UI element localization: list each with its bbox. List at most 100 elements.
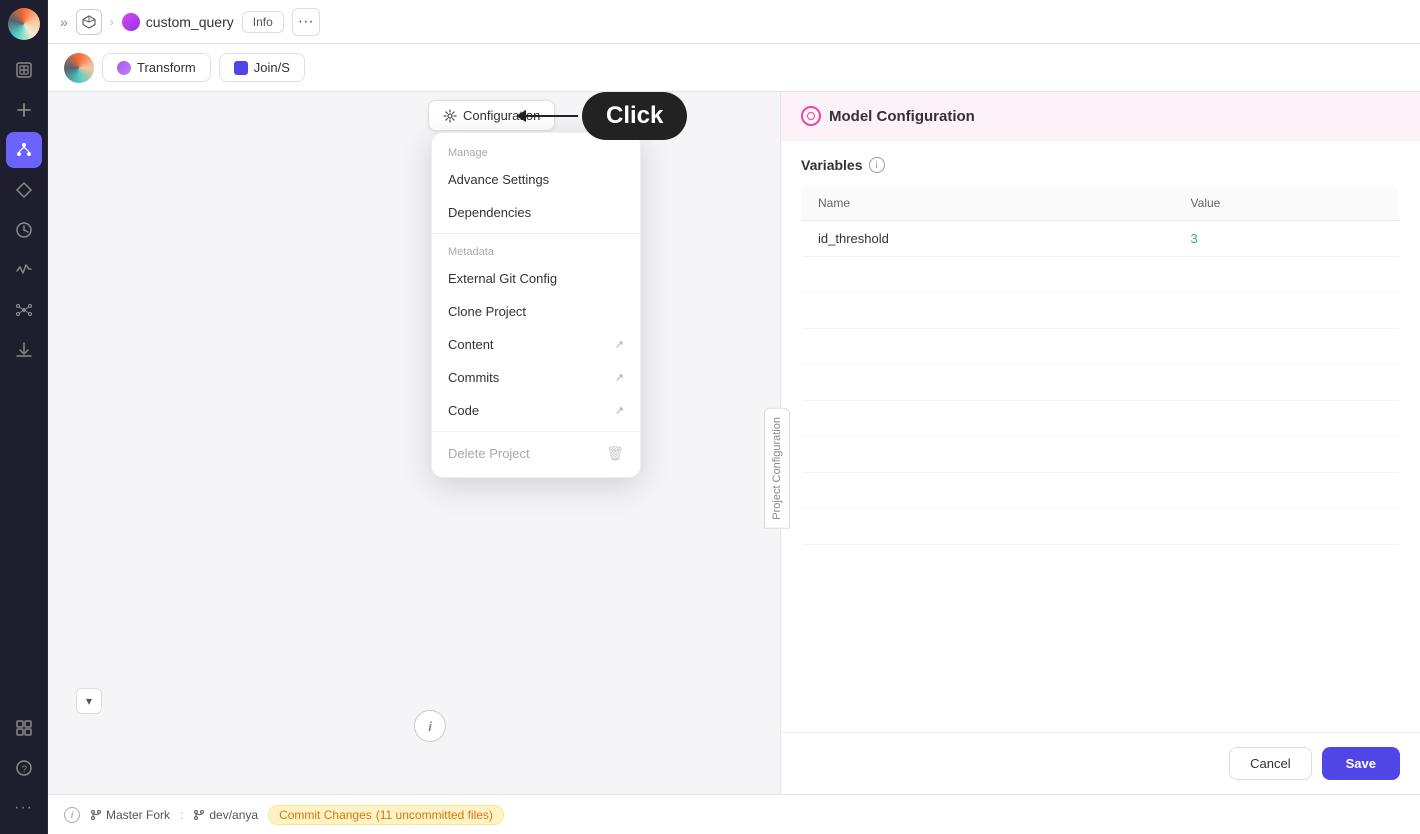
empty-row-6	[802, 437, 1400, 473]
git-branch-icon	[90, 809, 102, 821]
sidebar: ? ···	[0, 0, 48, 834]
commits-arrow-icon: ↗	[615, 371, 624, 384]
commit-changes-badge[interactable]: Commit Changes (11 uncommitted files)	[268, 805, 504, 825]
clone-project-item[interactable]: Clone Project	[432, 295, 640, 328]
content-label: Content	[448, 337, 494, 352]
advance-settings-item[interactable]: Advance Settings	[432, 163, 640, 196]
click-label: Click	[582, 92, 687, 140]
divider-2	[432, 431, 640, 432]
git-dev-icon	[193, 809, 205, 821]
empty-row-5	[802, 401, 1400, 437]
configuration-icon	[443, 109, 457, 123]
main-area: » › custom_query Info ··· Transform J	[48, 0, 1420, 834]
center-info-button[interactable]: i	[414, 710, 446, 742]
empty-row-8	[802, 509, 1400, 545]
sidebar-icon-activity[interactable]	[6, 252, 42, 288]
sidebar-logo[interactable]	[8, 8, 40, 40]
sidebar-icon-network[interactable]	[6, 292, 42, 328]
arrow-shaft	[518, 115, 578, 117]
tab-transform[interactable]: Transform	[102, 53, 211, 82]
external-git-config-item[interactable]: External Git Config	[432, 262, 640, 295]
empty-row-2	[802, 293, 1400, 329]
variables-table: Name Value id_threshold 3	[801, 185, 1400, 581]
bottom-info-icon[interactable]: i	[64, 807, 80, 823]
dependencies-label: Dependencies	[448, 205, 531, 220]
tab-joins[interactable]: Join/S	[219, 53, 305, 82]
arrowhead-icon	[516, 110, 526, 122]
manage-section-label: Manage	[432, 139, 640, 163]
trash-icon: 🗑	[606, 445, 624, 462]
center-info-icon: i	[428, 719, 432, 734]
chevron-down-icon: ▾	[86, 694, 92, 708]
dropdown-menu: Manage Advance Settings Dependencies Met…	[431, 132, 641, 478]
sidebar-icon-diamond[interactable]	[6, 172, 42, 208]
variables-header: Variables i	[801, 157, 1400, 173]
branch-dev-label: dev/anya	[209, 808, 258, 822]
empty-row-3	[802, 329, 1400, 365]
row-name: id_threshold	[802, 221, 1175, 257]
clone-project-label: Clone Project	[448, 304, 526, 319]
branch-dev: dev/anya	[193, 808, 258, 822]
topbar-cube-icon	[76, 9, 102, 35]
empty-row-1	[802, 257, 1400, 293]
code-label: Code	[448, 403, 479, 418]
tab-joins-label: Join/S	[254, 60, 290, 75]
code-arrow-icon: ↗	[615, 404, 624, 417]
code-item[interactable]: Code ↗	[432, 394, 640, 427]
project-logo	[64, 53, 94, 83]
sidebar-icon-help[interactable]: ?	[6, 750, 42, 786]
model-config-header: Model Configuration	[781, 92, 1420, 141]
variables-title: Variables	[801, 157, 863, 173]
empty-row-4	[802, 365, 1400, 401]
sidebar-icon-clock[interactable]	[6, 212, 42, 248]
project-config-tab-label: Project Configuration	[771, 417, 783, 520]
project-type-icon	[122, 13, 140, 31]
topbar: » › custom_query Info ···	[48, 0, 1420, 44]
variables-info-icon[interactable]: i	[869, 157, 885, 173]
chevron-down-button[interactable]: ▾	[76, 688, 102, 714]
sidebar-icon-diagram[interactable]	[6, 132, 42, 168]
col-header-value: Value	[1175, 186, 1400, 221]
branch-separator: :	[180, 808, 183, 822]
more-dots-icon: ···	[298, 13, 314, 31]
uncommitted-count: (11 uncommitted files)	[376, 808, 493, 822]
topbar-arrow-icon: ›	[110, 15, 114, 29]
commits-item[interactable]: Commits ↗	[432, 361, 640, 394]
metadata-section-label: Metadata	[432, 238, 640, 262]
sidebar-icon-download[interactable]	[6, 332, 42, 368]
save-button[interactable]: Save	[1322, 747, 1400, 780]
table-row: id_threshold 3	[802, 221, 1400, 257]
right-panel-footer: Cancel Save	[781, 732, 1420, 794]
col-header-name: Name	[802, 186, 1175, 221]
info-button[interactable]: Info	[242, 11, 284, 33]
content-item[interactable]: Content ↗	[432, 328, 640, 361]
click-tooltip: Click	[518, 92, 687, 140]
variables-section: Variables i Name Value id_threshold 3	[781, 141, 1420, 732]
project-configuration-tab[interactable]: Project Configuration	[764, 408, 790, 529]
more-button[interactable]: ···	[292, 8, 320, 36]
cancel-button[interactable]: Cancel	[1229, 747, 1311, 780]
dependencies-item[interactable]: Dependencies	[432, 196, 640, 229]
model-config-icon	[801, 106, 821, 126]
tab-transform-label: Transform	[137, 60, 196, 75]
divider-1	[432, 233, 640, 234]
content-arrow-icon: ↗	[615, 338, 624, 351]
topbar-collapse-icon[interactable]: »	[60, 14, 68, 30]
right-panel: Model Configuration Variables i Name Val…	[780, 92, 1420, 794]
commit-label: Commit Changes	[279, 808, 372, 822]
branch-master: Master Fork	[90, 808, 170, 822]
content-area: Configuration Click Manage Advance Setti…	[48, 92, 1420, 794]
bottom-bar: i Master Fork : dev/anya Commit Cha	[48, 794, 1420, 834]
sidebar-icon-photos[interactable]	[6, 52, 42, 88]
transform-icon	[117, 61, 131, 75]
sidebar-icon-grid[interactable]	[6, 710, 42, 746]
external-git-config-label: External Git Config	[448, 271, 557, 286]
project-name: custom_query	[146, 14, 234, 30]
sidebar-icon-more[interactable]: ···	[6, 790, 42, 826]
delete-project-label: Delete Project	[448, 446, 530, 461]
branch-master-label: Master Fork	[106, 808, 170, 822]
row-value: 3	[1175, 221, 1400, 257]
sidebar-icon-add[interactable]	[6, 92, 42, 128]
delete-project-item[interactable]: Delete Project 🗑	[432, 436, 640, 471]
empty-row-9	[802, 545, 1400, 581]
